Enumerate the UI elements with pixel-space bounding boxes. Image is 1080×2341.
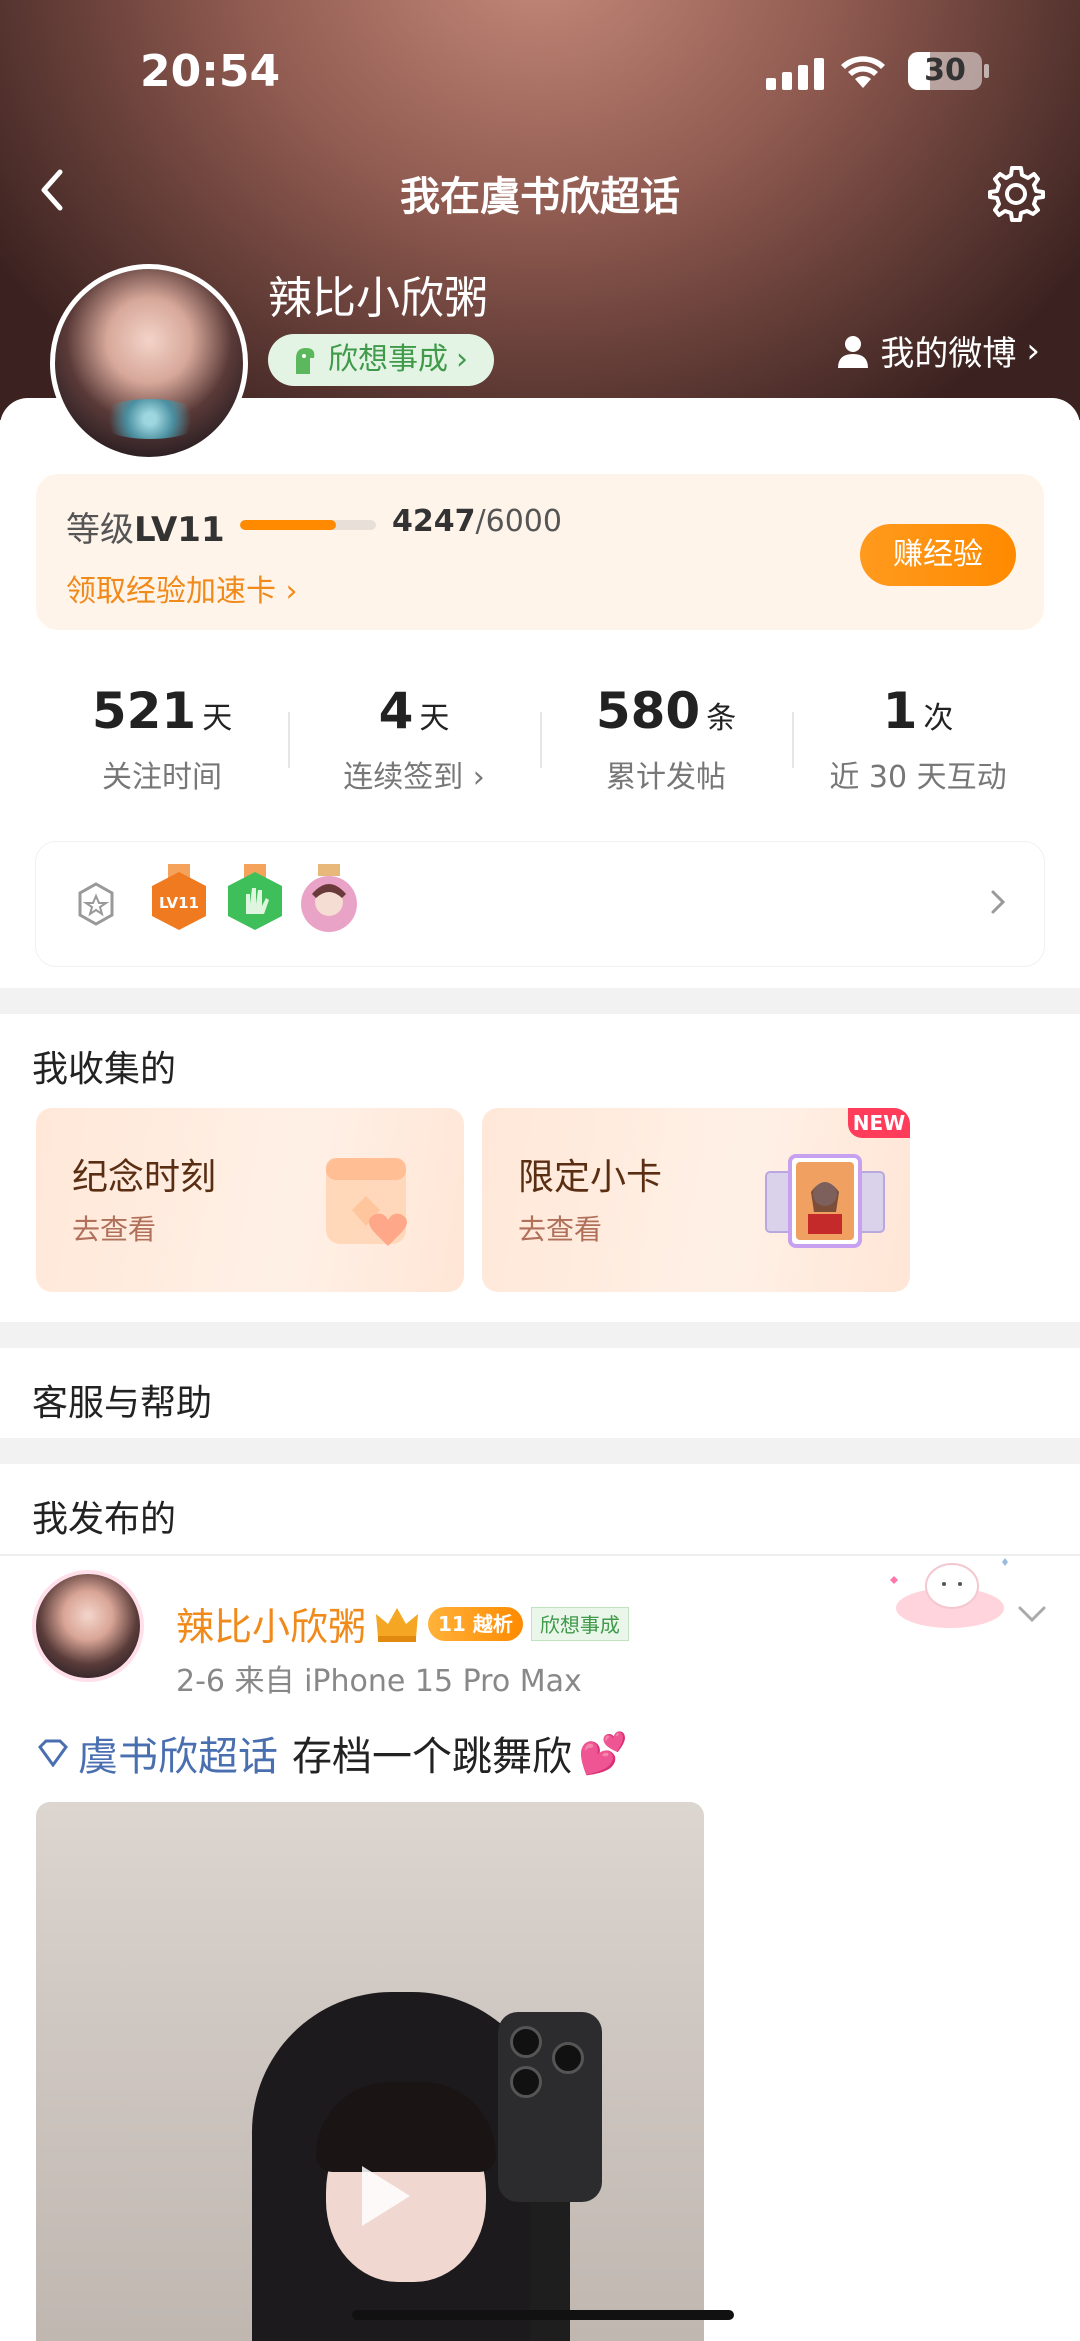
wifi-icon [841, 56, 885, 88]
stat-checkin[interactable]: 4 天连续签到 › [288, 662, 540, 822]
collect-card-sub: 去查看 [518, 1213, 603, 1246]
published-title: 我发布的 [32, 1499, 177, 1540]
section-divider [0, 1438, 1080, 1464]
collect-card-moments[interactable]: 纪念时刻 去查看 [36, 1108, 464, 1292]
diamond-icon [38, 1739, 68, 1767]
lv11-medal-text: LV11 [159, 894, 199, 912]
post-meta: 2-6 来自 iPhone 15 Pro Max [176, 1664, 582, 1699]
play-icon[interactable] [340, 2156, 420, 2236]
collect-card-title: 纪念时刻 [72, 1157, 217, 1198]
exp-total: /6000 [475, 504, 562, 539]
post-level-text: 越析 [472, 1611, 513, 1636]
video-stand [530, 2202, 570, 2341]
earn-exp-button[interactable]: 赚经验 [860, 524, 1016, 586]
battery-level: 30 [924, 53, 966, 88]
collected-title: 我收集的 [32, 1049, 177, 1090]
crown-icon [376, 1607, 419, 1642]
level-exp: 4247/6000 [392, 504, 562, 539]
fan-badge-label: 欣想事成 [328, 342, 448, 377]
medal-outline-icon [78, 882, 114, 926]
post-body: 存档一个跳舞欣 [292, 1734, 572, 1780]
stat-unit: 天 [202, 701, 233, 736]
stat-unit: 条 [706, 701, 737, 736]
stat-label: 累计发帖 [606, 760, 726, 795]
speed-card-link[interactable]: 领取经验加速卡 › [66, 566, 298, 610]
collect-card-title: 限定小卡 [518, 1157, 663, 1198]
lv11-medal-icon: LV11 [152, 864, 206, 930]
my-weibo-link[interactable]: 我的微博 › [836, 326, 1040, 375]
level-label-text: 等级 [66, 510, 134, 550]
status-bar: 20:54 30 [0, 40, 1080, 110]
post-video[interactable] [36, 1802, 704, 2341]
stat-label: 关注时间 [102, 760, 222, 795]
level-label: 等级LV11 [66, 502, 225, 551]
stat-value: 1 [882, 682, 918, 740]
stat-value: 4 [378, 682, 414, 740]
help-link[interactable]: 客服与帮助 [32, 1374, 212, 1426]
stat-label: 连续签到 [343, 760, 464, 795]
stat-value: 521 [91, 682, 197, 740]
collect-card-sub: 去查看 [72, 1213, 157, 1246]
battery-tip [984, 64, 989, 78]
my-weibo-label: 我的微博 [880, 334, 1017, 374]
hand-medal-icon [228, 864, 282, 930]
heart-emoji: 💕 [578, 1730, 628, 1777]
gear-icon[interactable] [984, 162, 1048, 226]
chevron-right-icon [991, 890, 1006, 914]
post-avatar[interactable] [32, 1570, 144, 1682]
post-level-num: 11 [438, 1611, 466, 1636]
video-phone [498, 2012, 602, 2202]
chevron-right-icon: › [1026, 330, 1040, 371]
page-title: 我在虞书欣超话 [400, 174, 680, 220]
stat-follow-time: 521 天关注时间 [36, 662, 288, 822]
nav-bar: 我在虞书欣超话 [0, 150, 1080, 230]
status-time: 20:54 [140, 46, 281, 97]
post-fan-tag: 欣想事成 [530, 1606, 629, 1641]
cloud-bunny-sticker-icon [890, 1558, 1008, 1628]
post-author-row: 辣比小欣粥 11 越析 欣想事成 [176, 1596, 629, 1651]
medal-row[interactable]: LV11 [36, 842, 1044, 966]
level-card: 等级LV11 4247/6000 领取经验加速卡 › 赚经验 [36, 474, 1044, 630]
user-name: 辣比小欣粥 [268, 273, 488, 324]
level-progress-bar [240, 520, 376, 530]
collect-card-limited[interactable]: 限定小卡 去查看 NEW [482, 1108, 910, 1292]
stat-unit: 天 [419, 701, 450, 736]
avatar[interactable] [50, 264, 248, 462]
exp-current: 4247 [392, 504, 476, 539]
fan-badge[interactable]: 欣想事成 › [268, 334, 494, 386]
battery-icon: 30 [908, 52, 982, 90]
post-level-tag: 11 越析 [428, 1606, 523, 1641]
section-divider [0, 988, 1080, 1014]
section-divider [0, 1322, 1080, 1348]
chevron-right-icon: › [456, 342, 468, 377]
level-value: LV11 [134, 510, 225, 550]
portrait-medal-icon [301, 864, 357, 932]
speed-card-label: 领取经验加速卡 [66, 574, 276, 609]
topic-link[interactable]: 虞书欣超话 [78, 1724, 278, 1782]
fan-badge-icon [296, 348, 315, 374]
stat-unit: 次 [923, 701, 954, 736]
home-indicator [352, 2310, 734, 2320]
person-icon [838, 335, 869, 368]
post-author[interactable]: 辣比小欣粥 [176, 1596, 366, 1651]
post-text: 虞书欣超话 存档一个跳舞欣 💕 [36, 1724, 628, 1782]
chevron-down-icon[interactable] [1014, 1602, 1050, 1626]
signal-icon [766, 58, 824, 90]
new-badge: NEW [848, 1108, 910, 1138]
stat-value: 580 [595, 682, 701, 740]
stats-row: 521 天关注时间 4 天连续签到 › 580 条累计发帖 1次近 30 天互动 [36, 662, 1044, 822]
calendar-heart-icon [326, 1158, 407, 1246]
stat-label: 近 30 天互动 [829, 760, 1007, 795]
level-progress-fill [240, 520, 337, 530]
photo-cards-icon [765, 1154, 885, 1248]
stat-interactions: 1次近 30 天互动 [792, 662, 1044, 822]
stat-posts: 580 条累计发帖 [540, 662, 792, 822]
